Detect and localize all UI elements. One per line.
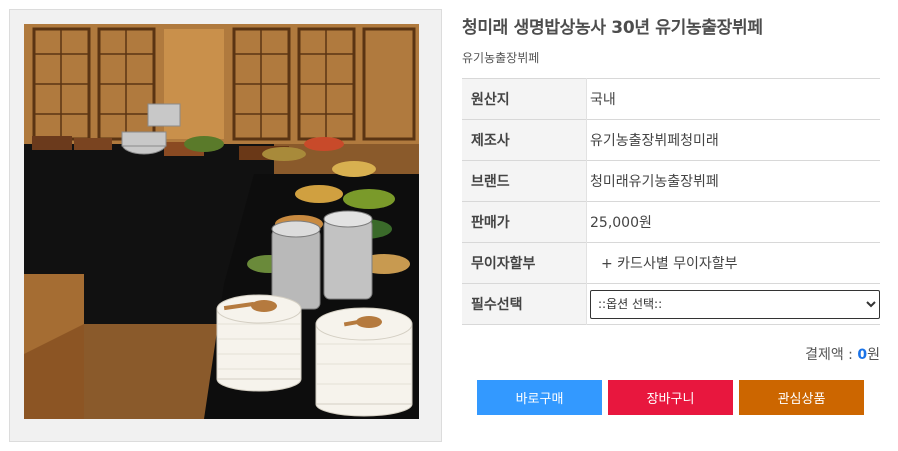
total-price: 결제액 : 0원	[805, 344, 880, 364]
spec-label: 무이자할부	[462, 242, 587, 284]
product-photo	[24, 24, 419, 419]
spec-row-installment: 무이자할부 + 카드사별 무이자할부	[462, 242, 881, 284]
total-unit: 원	[867, 347, 880, 363]
spec-value: 국내	[590, 92, 616, 108]
spec-row-price: 판매가 25,000원	[462, 201, 880, 243]
product-subtitle: 유기농출장뷔페	[462, 51, 540, 65]
buy-now-button[interactable]: 바로구매	[477, 380, 602, 415]
option-cell: ::옵션 선택::	[587, 284, 880, 325]
product-spec-table: 원산지 국내 제조사 유기농출장뷔페청미래 브랜드 청미래유기농출장뷔페 판매가…	[462, 78, 880, 325]
add-to-cart-button[interactable]: 장바구니	[608, 380, 733, 415]
spec-label: 브랜드	[462, 160, 587, 202]
option-select[interactable]: ::옵션 선택::	[590, 289, 880, 319]
spec-value: 청미래유기농출장뷔페	[590, 174, 719, 190]
option-label: 필수선택	[462, 283, 587, 325]
spec-label: 제조사	[462, 119, 587, 161]
spec-row-manufacturer: 제조사 유기농출장뷔페청미래	[462, 119, 880, 161]
product-image-frame	[9, 9, 442, 442]
spec-row-brand: 브랜드 청미래유기농출장뷔페	[462, 160, 880, 202]
wishlist-button[interactable]: 관심상품	[739, 380, 864, 415]
buffet-photo-illustration	[24, 24, 419, 419]
spec-value: 유기농출장뷔페청미래	[590, 133, 719, 149]
spec-label: 원산지	[462, 78, 587, 120]
spec-label: 판매가	[462, 201, 587, 243]
total-label: 결제액 :	[805, 347, 858, 363]
installment-link[interactable]: + 카드사별 무이자할부	[587, 243, 881, 284]
total-amount: 0	[857, 347, 868, 363]
product-title: 청미래 생명밥상농사 30년 유기농출장뷔페	[462, 18, 763, 38]
spec-row-origin: 원산지 국내	[462, 78, 880, 120]
spec-row-option: 필수선택 ::옵션 선택::	[462, 283, 880, 325]
spec-value: 25,000원	[590, 215, 652, 231]
